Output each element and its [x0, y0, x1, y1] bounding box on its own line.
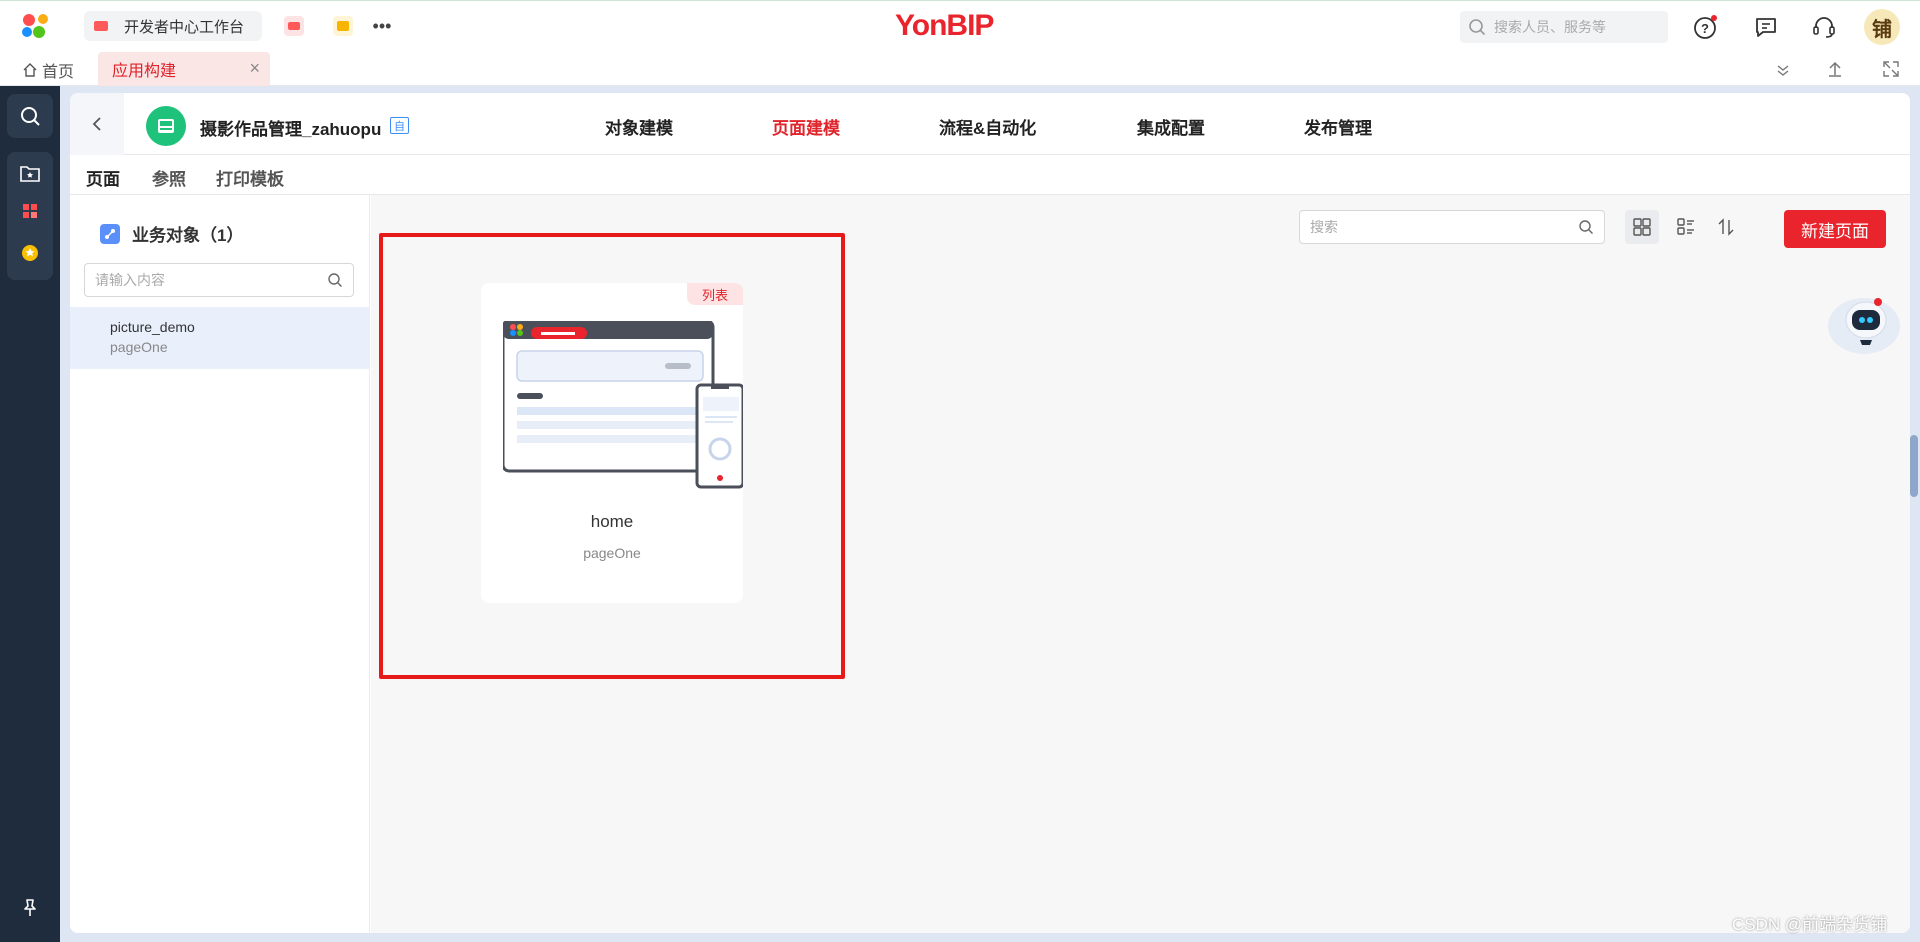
close-tab-icon[interactable]: × — [249, 58, 260, 79]
chat-icon[interactable] — [1752, 13, 1780, 41]
page-search-input[interactable]: 搜索 — [1299, 210, 1605, 244]
rail-app-group — [7, 152, 53, 280]
user-avatar[interactable]: 铺 — [1864, 9, 1900, 45]
nav-object-modeling[interactable]: 对象建模 — [605, 114, 673, 139]
tab-pages[interactable]: 页面 — [86, 165, 120, 199]
yellow-app-icon[interactable] — [21, 244, 39, 267]
app-header: 摄影作品管理_zahuopu 自 对象建模 页面建模 流程&自动化 集成配置 发… — [70, 93, 1910, 155]
app-badge: 自 — [390, 117, 409, 134]
nav-integration-config[interactable]: 集成配置 — [1137, 114, 1205, 139]
back-button[interactable] — [70, 93, 124, 155]
nav-release-management[interactable]: 发布管理 — [1304, 114, 1372, 139]
workspace-tab-label: 开发者中心工作台 — [124, 18, 245, 36]
customer-service-icon[interactable] — [1810, 13, 1838, 41]
object-name: picture_demo — [110, 319, 195, 335]
object-search-placeholder: 请输入内容 — [95, 272, 165, 288]
list-item[interactable]: picture_demo pageOne — [70, 307, 370, 369]
search-icon — [1469, 19, 1486, 36]
tab-strip: 首页 应用构建 × — [0, 50, 1920, 86]
search-icon — [21, 107, 40, 126]
chevron-down-icon[interactable] — [1774, 60, 1792, 78]
search-icon — [1579, 220, 1593, 234]
card-subtitle: pageOne — [583, 545, 641, 561]
object-page: pageOne — [110, 339, 168, 355]
business-object-title: 业务对象（1） — [100, 221, 243, 246]
page-search-placeholder: 搜索 — [1310, 219, 1338, 235]
business-object-title-text: 业务对象（1） — [132, 226, 244, 245]
top-bar: 开发者中心工作台 ••• YonBIP 搜索人员、服务等 ? 铺 — [0, 0, 1920, 50]
tab-references[interactable]: 参照 — [152, 165, 186, 190]
red-app-icon[interactable] — [23, 204, 37, 223]
sub-tabs: 页面 参照 打印模板 — [70, 155, 1910, 199]
card-title: home — [590, 512, 634, 531]
page-content-area: 搜索 新建页面 列表 home pageOne — [371, 195, 1910, 933]
notice-app-icon[interactable] — [333, 16, 353, 36]
message-app-icon[interactable] — [284, 16, 304, 36]
business-object-icon — [100, 223, 120, 244]
tab-home[interactable]: 首页 — [22, 58, 74, 82]
nav-page-modeling[interactable]: 页面建模 — [772, 114, 840, 139]
main-panel: 摄影作品管理_zahuopu 自 对象建模 页面建模 流程&自动化 集成配置 发… — [70, 93, 1910, 933]
home-icon — [23, 63, 37, 77]
page-preview-illustration — [503, 321, 743, 489]
app-icon — [146, 106, 186, 146]
workspace-icon — [94, 21, 108, 31]
app-logo-icon[interactable] — [20, 13, 52, 39]
list-view-icon[interactable] — [1669, 210, 1703, 244]
global-search-input[interactable]: 搜索人员、服务等 — [1460, 11, 1668, 43]
left-rail — [0, 86, 60, 942]
upload-icon[interactable] — [1826, 60, 1844, 78]
fullscreen-icon[interactable] — [1882, 60, 1900, 78]
brand-logo: YonBIP — [895, 9, 994, 42]
folder-star-icon[interactable] — [20, 164, 40, 187]
workspace-tab[interactable]: 开发者中心工作台 — [84, 11, 263, 41]
watermark: CSDN @前端杂货铺 — [1732, 915, 1888, 934]
grid-view-icon[interactable] — [1625, 210, 1659, 244]
help-icon[interactable]: ? — [1692, 13, 1720, 41]
search-icon — [328, 273, 342, 287]
pin-icon[interactable] — [16, 894, 44, 922]
global-search-placeholder: 搜索人员、服务等 — [1494, 19, 1606, 35]
business-object-panel: 业务对象（1） 请输入内容 picture_demo pageOne — [70, 195, 370, 933]
card-type-badge: 列表 — [687, 283, 743, 305]
page-card[interactable]: 列表 home pageOne — [481, 283, 743, 603]
nav-process-automation[interactable]: 流程&自动化 — [939, 114, 1036, 139]
chevron-left-icon — [92, 117, 101, 131]
tab-home-label: 首页 — [42, 64, 75, 81]
rail-search-button[interactable] — [7, 94, 53, 138]
app-name: 摄影作品管理_zahuopu — [200, 120, 382, 139]
ai-assistant-robot-icon[interactable] — [1826, 290, 1902, 356]
more-icon[interactable]: ••• — [372, 16, 392, 36]
tab-app-build[interactable]: 应用构建 × — [98, 52, 270, 86]
new-page-button[interactable]: 新建页面 — [1784, 210, 1886, 248]
object-search-input[interactable]: 请输入内容 — [84, 263, 354, 297]
svg-text:?: ? — [1701, 21, 1709, 36]
tab-print-templates[interactable]: 打印模板 — [216, 165, 284, 190]
tab-app-build-label: 应用构建 — [112, 63, 177, 80]
sort-icon[interactable] — [1709, 210, 1743, 244]
page-scrollbar[interactable] — [1910, 435, 1918, 497]
